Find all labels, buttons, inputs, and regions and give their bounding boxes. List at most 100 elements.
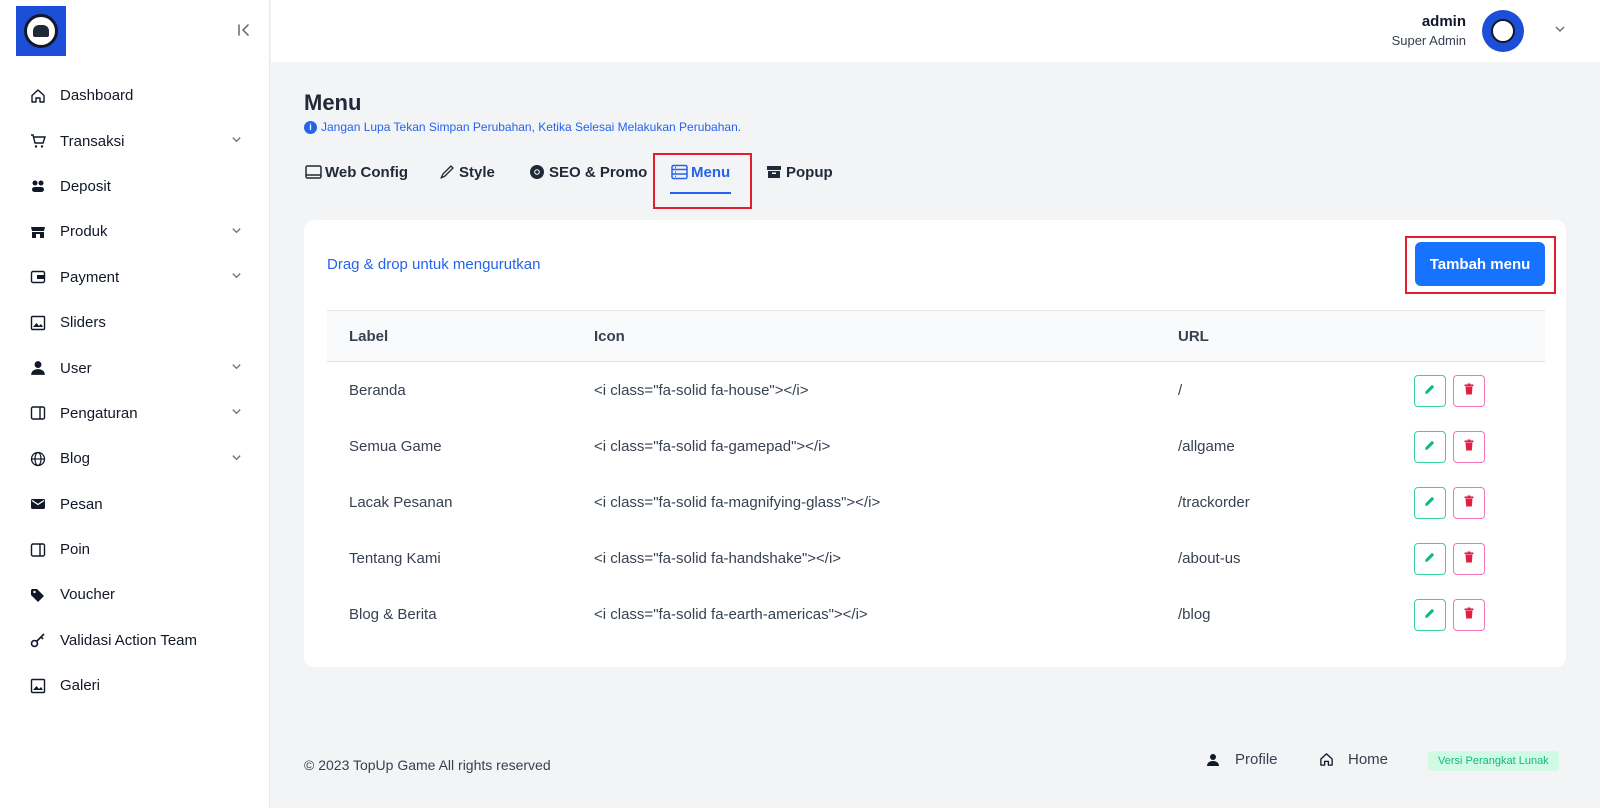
sidebar-item-label: Deposit [60,177,111,195]
edit-button[interactable] [1414,487,1446,519]
add-menu-button[interactable]: Tambah menu [1415,242,1545,286]
tab-label: SEO & Promo [549,163,648,181]
sidebar-item-label: Sliders [60,314,106,332]
menu-table: Label Icon URL Beranda <i class="fa-solid… [327,310,1545,642]
cell-icon-code: <i class="fa-solid fa-house"></i> [594,382,809,399]
sidebar-item-deposit[interactable]: Deposit [0,164,270,209]
coins-icon [30,178,46,194]
edit-button[interactable] [1414,599,1446,631]
column-header-label: Label [349,328,389,345]
sidebar-item-pesan[interactable]: Pesan [0,482,270,527]
chevron-down-icon[interactable] [1554,23,1566,38]
image-icon [30,678,46,694]
tab-web-config[interactable]: Web Config [304,160,408,184]
sidebar-item-dashboard[interactable]: Dashboard [0,73,270,118]
drag-drop-hint: Drag & drop untuk mengurutkan [327,256,541,273]
user-name: admin [1421,13,1466,30]
mail-icon [30,496,46,512]
cell-label: Semua Game [349,438,442,455]
key-icon [30,632,46,648]
chevron-down-icon [231,225,242,239]
highlight-box-menu-tab [653,153,752,209]
user-icon [1205,752,1221,768]
table-body: Beranda <i class="fa-solid fa-house"></i>… [327,362,1545,642]
table-row[interactable]: Semua Game <i class="fa-solid fa-gamepad"… [327,418,1545,474]
edit-button[interactable] [1414,431,1446,463]
globe-icon [30,451,46,467]
menu-card: Drag & drop untuk mengurutkan Tambah men… [304,220,1566,667]
sidebar-item-label: Voucher [60,586,116,604]
cell-icon-code: <i class="fa-solid fa-magnifying-glass">… [594,494,881,511]
sidebar-item-label: Poin [60,541,91,559]
tag-icon [30,587,46,603]
info-icon: i [304,120,317,134]
sidebar-item-validasi-action-team[interactable]: Validasi Action Team [0,618,270,663]
table-row[interactable]: Lacak Pesanan <i class="fa-solid fa-magni… [327,474,1545,530]
footer-profile-label: Profile [1235,751,1278,768]
app-logo[interactable] [16,6,66,56]
sidebar-item-poin[interactable]: Poin [0,527,270,572]
sidebar-item-transaksi[interactable]: Transaksi [0,118,270,163]
table-row[interactable]: Blog & Berita <i class="fa-solid fa-earth… [327,586,1545,642]
tab-popup[interactable]: Popup [765,160,833,184]
delete-button[interactable] [1453,487,1485,519]
pencil-icon [1424,494,1436,512]
chevron-down-icon [231,406,242,420]
sidebar-item-label: Payment [60,268,120,286]
footer-profile-link[interactable]: Profile [1205,751,1278,768]
table-row[interactable]: Beranda <i class="fa-solid fa-house"></i>… [327,362,1545,418]
cart-icon [30,133,46,149]
save-notice-text: Jangan Lupa Tekan Simpan Perubahan, Keti… [321,120,742,134]
sidebar-item-payment[interactable]: Payment [0,255,270,300]
chevron-down-icon [231,270,242,284]
avatar[interactable] [1482,10,1524,52]
store-icon [30,224,46,240]
tab-label: Style [459,163,495,181]
top-header: admin Super Admin [271,0,1600,62]
page-title: Menu [304,90,362,115]
sidebar-item-label: Pesan [60,495,103,513]
sidebar-item-pengaturan[interactable]: Pengaturan [0,391,270,436]
footer-home-link[interactable]: Home [1318,751,1388,768]
software-version-badge: Versi Perangkat Lunak [1428,751,1559,771]
collapse-sidebar-icon[interactable] [236,22,254,40]
cell-label: Beranda [349,382,406,399]
chevron-down-icon [231,452,242,466]
table-header: Label Icon URL [327,310,1545,362]
home-icon [30,88,46,104]
sidebar-item-blog[interactable]: Blog [0,436,270,481]
cell-icon-code: <i class="fa-solid fa-earth-americas"></… [594,606,868,623]
cell-url: /trackorder [1178,494,1250,511]
sidebar-item-galeri[interactable]: Galeri [0,663,270,708]
cell-url: /blog [1178,606,1211,623]
brush-icon [438,163,456,181]
footer-home-label: Home [1348,751,1389,768]
chrome-icon [528,163,546,181]
sidebar-item-label: Validasi Action Team [60,631,198,649]
table-row[interactable]: Tentang Kami <i class="fa-solid fa-handsh… [327,530,1545,586]
delete-button[interactable] [1453,543,1485,575]
sidebar-item-produk[interactable]: Produk [0,209,270,254]
tab-label: Web Config [325,163,409,181]
delete-button[interactable] [1453,599,1485,631]
edit-button[interactable] [1414,375,1446,407]
chevron-down-icon [231,361,242,375]
tab-seo-promo[interactable]: SEO & Promo [528,160,647,184]
sidebar-item-label: Dashboard [60,87,134,105]
sidebar-item-voucher[interactable]: Voucher [0,572,270,617]
edit-button[interactable] [1414,543,1446,575]
footer-copyright: © 2023 TopUp Game All rights reserved [304,757,551,773]
tab-style[interactable]: Style [438,160,495,184]
cell-label: Lacak Pesanan [349,494,453,511]
sidebar-item-label: Pengaturan [60,404,138,422]
sidebar-item-sliders[interactable]: Sliders [0,300,270,345]
cell-label: Blog & Berita [349,606,437,623]
cell-url: / [1178,382,1183,399]
delete-button[interactable] [1453,431,1485,463]
panel-icon [30,405,46,421]
trash-icon [1463,382,1475,400]
trash-icon [1463,606,1475,624]
logo-emblem-icon [24,14,58,48]
sidebar-item-user[interactable]: User [0,345,270,390]
delete-button[interactable] [1453,375,1485,407]
